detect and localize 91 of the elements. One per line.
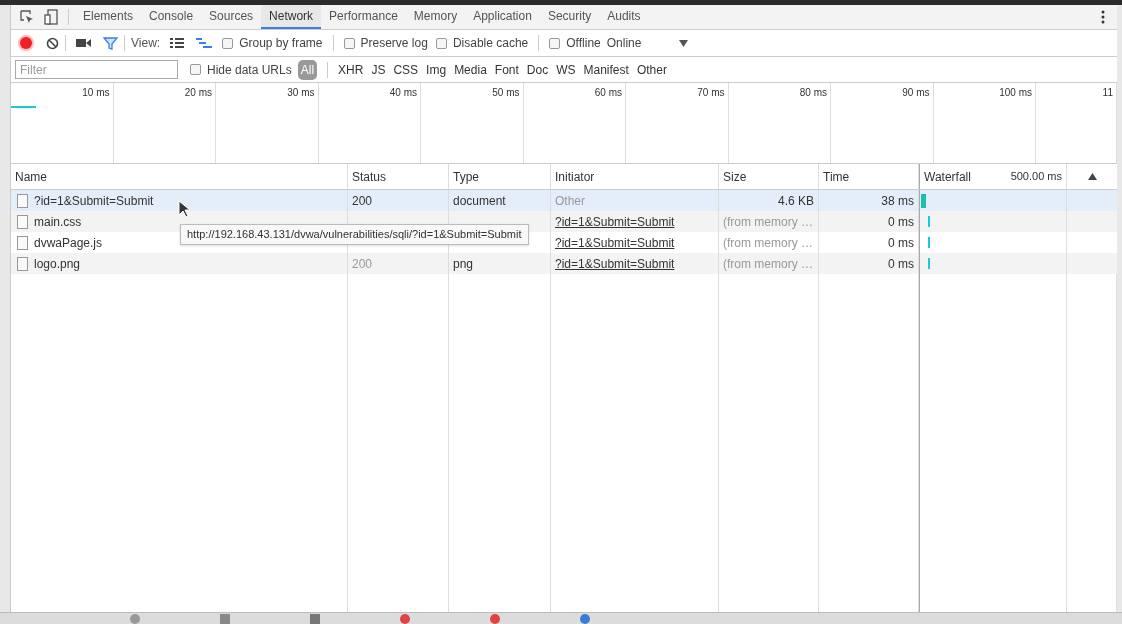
time-tick-label: 50 ms [492,86,520,100]
table-cell-text: (from memory … [723,213,814,231]
table-cell-text: 4.6 KB [777,192,814,210]
url-tooltip: http://192.168.43.131/dvwa/vulnerabilities/sqli/?id=1&Submit=Submit [180,224,529,245]
resource-type-filter[interactable]: Media [450,60,491,79]
checkbox[interactable]: Disable cache [435,34,529,52]
checkbox[interactable]: Preserve log [343,34,428,52]
record-button[interactable] [20,37,32,49]
list-view-icon[interactable] [170,37,185,49]
camera-icon[interactable] [76,38,91,48]
resource-type-filter[interactable]: WS [552,60,580,79]
panel-tab[interactable]: Network [261,5,322,29]
column-header[interactable]: Waterfall [924,167,971,186]
resource-type-filter[interactable]: XHR [334,60,368,79]
checkbox[interactable]: Hide data URLs [190,60,292,79]
panel-tab[interactable]: Audits [599,5,649,29]
resource-type-filter[interactable]: Img [422,60,451,79]
resource-type-filter[interactable]: JS [367,60,390,79]
time-tick-label: 10 ms [82,86,110,100]
panel-tab[interactable]: Elements [75,5,142,29]
time-tick-label: 20 ms [184,86,212,100]
sort-ascending-icon[interactable] [1087,173,1097,180]
request-row[interactable]: ?id=1&Submit=Submit 200 document Other 4.6 KB 38 ms [11,190,1117,211]
checkbox[interactable]: Group by frame [222,34,323,52]
window-icon[interactable] [310,613,320,624]
filter-icon[interactable] [103,36,118,50]
table-cell-text: 200 [352,255,373,273]
table-cell-text: (from memory … [723,234,814,252]
resource-type-filter[interactable]: Other [632,60,671,79]
throttling-dropdown[interactable]: Online [606,34,689,52]
device-icon[interactable] [44,9,58,25]
time-tick-label: 90 ms [902,86,930,100]
time-tick-label: 100 ms [999,86,1032,100]
panel-tab[interactable]: Console [141,5,202,29]
window-icon[interactable] [130,613,140,624]
request-name: logo.png [34,255,81,273]
table-cell-text: png [453,255,474,273]
time-tick-label: 11 [1102,86,1113,100]
time-tick-label: 70 ms [697,86,725,100]
filter-field[interactable]: Filter [15,60,178,79]
more-icon[interactable] [1101,10,1105,24]
column-header[interactable]: Name [11,164,348,189]
table-cell-text: 200 [352,192,373,210]
file-icon [17,256,28,271]
table-cell-text: 0 ms [888,255,914,273]
request-name: dvwaPage.js [34,234,103,252]
request-name: ?id=1&Submit=Submit [34,192,154,210]
window-icon[interactable] [490,613,500,624]
initiator-link[interactable]: ?id=1&Submit=Submit [555,233,675,252]
time-tick-label: 30 ms [287,86,315,100]
table-cell-text: (from memory … [723,255,814,273]
table-cell-text: document [453,192,506,210]
view-label: View: [131,35,161,52]
file-icon [17,235,28,250]
request-name: main.css [34,213,82,231]
panel-tab[interactable]: Performance [321,5,406,29]
mouse-cursor-icon [178,200,190,218]
column-header[interactable]: Time [819,164,919,189]
column-header[interactable]: Initiator [551,164,719,189]
initiator-link[interactable]: ?id=1&Submit=Submit [555,254,675,273]
checkbox[interactable]: Offline [549,34,601,52]
table-cell-text: 38 ms [881,192,914,210]
panel-tab[interactable]: Security [539,5,600,29]
table-cell-text: 0 ms [888,234,914,252]
table-cell-text: 0 ms [888,213,914,231]
resource-type-filter[interactable]: CSS [389,60,423,79]
panel-tab[interactable]: Application [465,5,540,29]
column-header[interactable]: Type [449,164,551,189]
waterfall-scale: 500.00 ms [1010,169,1062,185]
time-tick-label: 40 ms [389,86,417,100]
request-row[interactable]: logo.png 200 png ?id=1&Submit=Submit (from memory … 0 ms [11,253,1117,274]
table-cell-text: Other [555,192,585,210]
panel-tab[interactable]: Sources [201,5,262,29]
caret-icon [679,39,689,47]
window-icon[interactable] [400,613,410,624]
file-icon [17,193,28,208]
resource-type-filter[interactable]: Font [490,60,523,79]
resource-type-filter[interactable]: Doc [522,60,553,79]
inspect-icon[interactable] [20,10,34,24]
waterfall-view-icon[interactable] [196,37,213,49]
clear-icon[interactable] [46,36,59,50]
column-header[interactable]: Size [719,164,819,189]
window-icon[interactable] [580,613,590,624]
time-tick-label: 60 ms [594,86,622,100]
column-header[interactable]: Status [348,164,449,189]
initiator-link[interactable]: ?id=1&Submit=Submit [555,212,675,231]
time-tick-label: 80 ms [799,86,827,100]
window-icon[interactable] [220,613,230,624]
resource-type-filter[interactable]: Manifest [579,60,633,79]
file-icon [17,214,28,229]
panel-tab[interactable]: Memory [405,5,466,29]
